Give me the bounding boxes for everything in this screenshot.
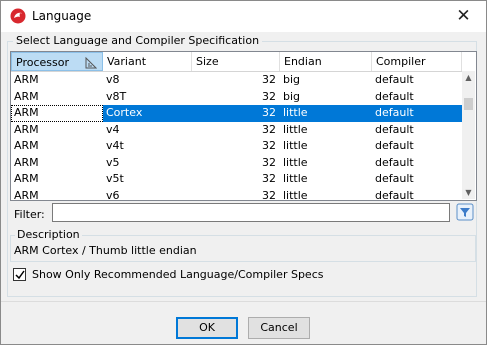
table-row[interactable]: ARM v8 32 big default (11, 72, 462, 89)
language-table[interactable]: Processor Variant Size Endian Compiler A… (10, 51, 477, 201)
scroll-up-icon[interactable]: ▲ (462, 71, 475, 84)
column-header-variant[interactable]: Variant (103, 52, 192, 71)
cell-variant: v6 (106, 188, 120, 201)
cell-processor: ARM (14, 73, 39, 86)
cell-variant: v4 (106, 122, 120, 136)
cell-processor: ARM (14, 89, 39, 103)
cell-processor: ARM (14, 172, 39, 185)
filter-options-icon[interactable] (456, 203, 474, 221)
cell-processor: ARM (14, 139, 39, 152)
cell-endian: little (283, 155, 308, 169)
cell-compiler: default (375, 139, 414, 152)
column-header-processor[interactable]: Processor (11, 52, 103, 71)
table-row[interactable]: ARM Cortex 32 little default (11, 105, 462, 122)
table-header: Processor Variant Size Endian Compiler (11, 52, 462, 72)
close-icon[interactable]: ✕ (441, 1, 486, 32)
cancel-button[interactable]: Cancel (248, 317, 310, 339)
cell-size: 32 (262, 106, 276, 119)
table-row[interactable]: ARM v4t 32 little default (11, 138, 462, 155)
cell-size: 32 (262, 122, 276, 136)
recommended-checkbox[interactable] (13, 268, 26, 281)
cell-variant: v8T (106, 89, 127, 103)
cell-endian: little (283, 139, 308, 152)
recommended-checkbox-label[interactable]: Show Only Recommended Language/Compiler … (32, 268, 323, 281)
cell-size: 32 (262, 155, 276, 169)
scroll-thumb[interactable] (464, 98, 473, 110)
table-row[interactable]: ARM v5t 32 little default (11, 171, 462, 188)
cell-compiler: default (375, 188, 414, 201)
column-header-compiler[interactable]: Compiler (372, 52, 462, 71)
window-title: Language (32, 9, 92, 23)
cell-processor: ARM (11, 105, 103, 122)
cell-compiler: default (375, 89, 414, 103)
cell-processor: ARM (14, 122, 39, 136)
column-label: Compiler (376, 55, 426, 68)
cell-endian: little (283, 172, 308, 185)
cell-endian: little (283, 106, 308, 119)
group-label: Select Language and Compiler Specificati… (13, 34, 263, 47)
table-rows: ARM v8 32 big default ARM v8T 32 big default ARM Co… (11, 72, 462, 201)
cell-compiler: default (375, 122, 414, 136)
cell-size: 32 (262, 188, 276, 201)
language-dialog: Language ✕ Select Language and Compiler … (0, 0, 487, 345)
column-label: Endian (284, 55, 322, 68)
scroll-down-icon[interactable]: ▼ (462, 186, 475, 199)
title-bar: Language ✕ (1, 1, 486, 32)
column-label: Size (196, 55, 219, 68)
cell-variant: Cortex (106, 106, 143, 119)
description-label: Description (15, 228, 82, 241)
column-header-endian[interactable]: Endian (280, 52, 372, 71)
description-text: ARM Cortex / Thumb little endian (14, 244, 197, 257)
cell-endian: little (283, 122, 308, 136)
cell-size: 32 (262, 139, 276, 152)
cell-size: 32 (262, 89, 276, 103)
table-row[interactable]: ARM v6 32 little default (11, 188, 462, 201)
cell-endian: big (283, 89, 301, 103)
cell-variant: v8 (106, 73, 120, 86)
ok-button[interactable]: OK (176, 317, 238, 339)
cell-processor: ARM (14, 188, 39, 201)
cell-size: 32 (262, 172, 276, 185)
vertical-scrollbar[interactable]: ▲ ▼ (462, 71, 475, 199)
cell-variant: v5t (106, 172, 124, 185)
column-header-size[interactable]: Size (192, 52, 280, 71)
cell-endian: big (283, 73, 301, 86)
cell-variant: v5 (106, 155, 120, 169)
cell-compiler: default (375, 155, 414, 169)
cell-compiler: default (375, 73, 414, 86)
table-row[interactable]: ARM v5 32 little default (11, 155, 462, 172)
cancel-button-label: Cancel (260, 321, 298, 334)
cell-variant: v4t (106, 139, 124, 152)
column-label: Processor (16, 56, 69, 69)
sort-ascending-icon (85, 56, 98, 69)
cell-compiler: default (375, 172, 414, 185)
column-label: Variant (107, 55, 147, 68)
footer-divider (1, 301, 486, 302)
cell-size: 32 (262, 73, 276, 86)
app-dragon-icon (10, 8, 26, 24)
table-row[interactable]: ARM v4 32 little default (11, 122, 462, 139)
filter-label: Filter: (14, 208, 45, 221)
table-row[interactable]: ARM v8T 32 big default (11, 89, 462, 106)
cell-processor: ARM (14, 155, 39, 169)
cell-endian: little (283, 188, 308, 201)
cell-compiler: default (375, 106, 414, 119)
filter-input[interactable] (52, 203, 450, 222)
ok-button-label: OK (199, 321, 215, 334)
